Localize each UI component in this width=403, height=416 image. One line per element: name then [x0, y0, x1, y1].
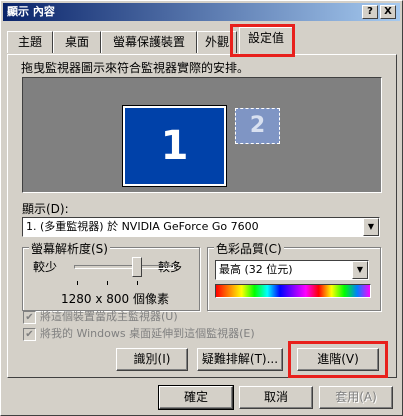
- tab-themes[interactable]: 主題: [7, 31, 53, 53]
- instruction-text: 拖曳監視器圖示來符合監視器實際的安排。: [21, 61, 250, 75]
- advanced-highlight-box: [288, 341, 388, 378]
- close-button[interactable]: X: [380, 5, 396, 19]
- chevron-down-icon[interactable]: ▼: [363, 218, 379, 236]
- resolution-slider-track[interactable]: [74, 265, 174, 269]
- color-quality-value: 最高 (32 位元): [219, 263, 293, 276]
- tab-highlight-box: [230, 24, 295, 57]
- display-label: 顯示(D):: [22, 202, 69, 216]
- extend-desktop-label: 將我的 Windows 桌面延伸到這個監視器(E): [40, 327, 255, 340]
- slider-tick: [107, 281, 108, 285]
- chevron-down-icon[interactable]: ▼: [352, 261, 368, 279]
- troubleshoot-button[interactable]: 疑難排解(T)...: [197, 348, 283, 371]
- tab-screensaver[interactable]: 螢幕保護裝置: [101, 31, 197, 53]
- monitor-2-icon[interactable]: 2: [235, 108, 280, 144]
- primary-monitor-label: 將這個裝置當成主監視器(U): [40, 310, 178, 323]
- monitor-arrangement-area: 1 2: [22, 77, 382, 193]
- color-quality-title: 色彩品質(C): [214, 240, 284, 257]
- window-title: 顯示 內容: [7, 5, 55, 18]
- help-button[interactable]: ?: [362, 5, 378, 19]
- apply-button[interactable]: 套用(A): [319, 386, 393, 409]
- resolution-less-label: 較少: [33, 260, 58, 274]
- color-spectrum-bar: [215, 284, 371, 298]
- slider-tick: [77, 281, 78, 285]
- monitor-1-icon[interactable]: 1: [122, 105, 227, 187]
- extend-desktop-checkbox-row[interactable]: ✔ 將我的 Windows 桌面延伸到這個監視器(E): [23, 325, 255, 341]
- resolution-title: 螢幕解析度(S): [29, 240, 110, 257]
- resolution-slider-thumb[interactable]: [132, 257, 142, 277]
- primary-monitor-checkbox[interactable]: ✔: [23, 310, 36, 324]
- extend-desktop-checkbox[interactable]: ✔: [23, 327, 36, 341]
- display-properties-window: 顯示 內容 ? X 主題 桌面 螢幕保護裝置 外觀 設定值 拖曳監視器圖示來符合…: [0, 0, 403, 416]
- cancel-button[interactable]: 取消: [239, 386, 313, 409]
- title-bar: 顯示 內容 ? X: [3, 3, 400, 21]
- tab-desktop[interactable]: 桌面: [53, 31, 101, 53]
- slider-tick: [137, 281, 138, 285]
- identify-button[interactable]: 識別(I): [116, 348, 188, 371]
- display-select-value: 1. (多重監視器) 於 NVIDIA GeForce Go 7600: [26, 220, 259, 233]
- primary-monitor-checkbox-row[interactable]: ✔ 將這個裝置當成主監視器(U): [23, 308, 178, 324]
- display-select[interactable]: 1. (多重監視器) 於 NVIDIA GeForce Go 7600 ▼: [22, 217, 380, 237]
- ok-button[interactable]: 確定: [158, 385, 234, 410]
- color-quality-select[interactable]: 最高 (32 位元) ▼: [215, 260, 369, 280]
- resolution-value: 1280 x 800 個像素: [61, 292, 169, 306]
